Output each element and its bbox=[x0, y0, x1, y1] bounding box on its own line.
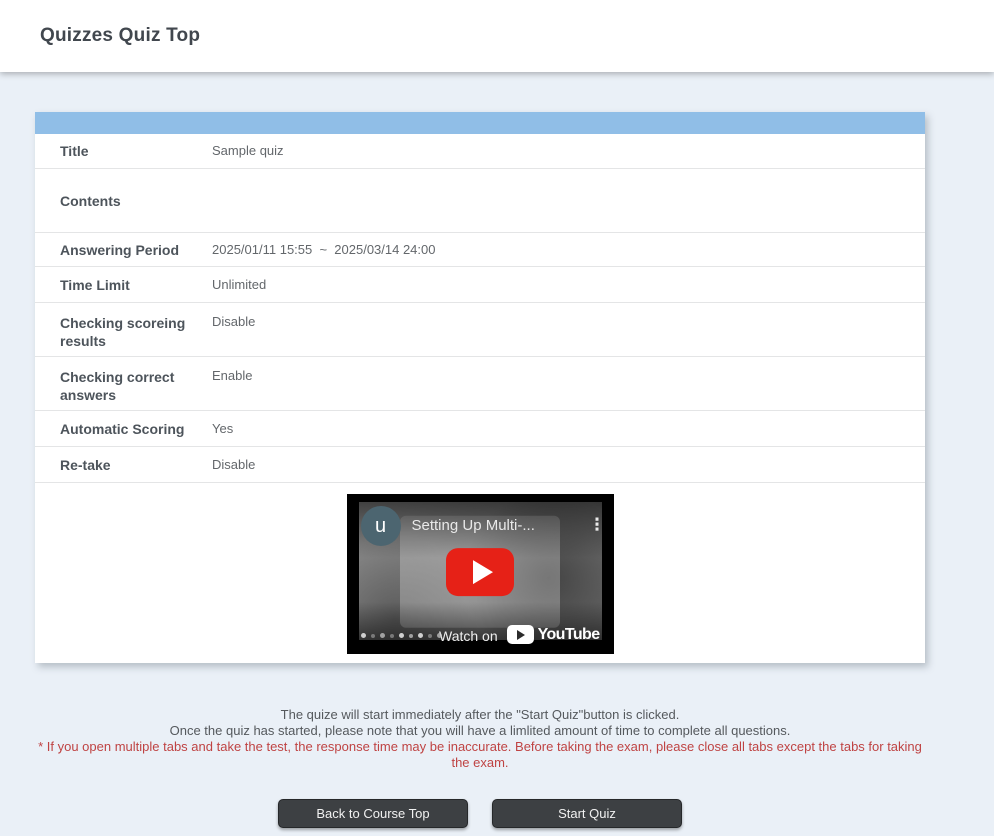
video-title-link[interactable]: Setting Up Multi-... bbox=[412, 517, 578, 534]
table-header-bar bbox=[35, 112, 925, 134]
note-line-2: Once the quiz has started, please note t… bbox=[35, 723, 925, 739]
row-value-title: Sample quiz bbox=[212, 143, 925, 159]
watch-on-youtube-link[interactable]: Watch on YouTube bbox=[347, 602, 614, 654]
video-section: Watch on YouTube u Setting Up Multi-... … bbox=[35, 483, 925, 663]
row-value-answering-period: 2025/01/11 15:55 ~ 2025/03/14 24:00 bbox=[212, 242, 925, 258]
quiz-notes: The quize will start immediately after t… bbox=[35, 707, 925, 771]
youtube-play-glyph-icon bbox=[507, 625, 534, 644]
back-to-course-top-button[interactable]: Back to Course Top bbox=[278, 799, 468, 828]
table-row: Checking correct answers Enable bbox=[35, 357, 925, 411]
row-value-automatic-scoring: Yes bbox=[212, 421, 925, 437]
row-label-retake: Re-take bbox=[35, 456, 212, 474]
note-line-1: The quize will start immediately after t… bbox=[35, 707, 925, 723]
row-label-checking-correct-answers: Checking correct answers bbox=[35, 368, 212, 404]
page-header: Quizzes Quiz Top bbox=[0, 0, 994, 72]
table-row: Re-take Disable bbox=[35, 447, 925, 483]
row-label-answering-period: Answering Period bbox=[35, 241, 212, 259]
row-label-automatic-scoring: Automatic Scoring bbox=[35, 420, 212, 438]
row-label-time-limit: Time Limit bbox=[35, 276, 212, 294]
kebab-menu-icon[interactable]: ⋮ bbox=[589, 516, 606, 533]
row-value-retake: Disable bbox=[212, 457, 925, 473]
row-label-checking-scoring-results: Checking scoreing results bbox=[35, 314, 212, 350]
quiz-info-card: Title Sample quiz Contents Answering Per… bbox=[35, 112, 925, 663]
start-quiz-button[interactable]: Start Quiz bbox=[492, 799, 682, 828]
channel-avatar[interactable]: u bbox=[361, 506, 401, 546]
table-row: Title Sample quiz bbox=[35, 134, 925, 169]
youtube-embed[interactable]: Watch on YouTube u Setting Up Multi-... … bbox=[347, 494, 614, 654]
row-value-time-limit: Unlimited bbox=[212, 277, 925, 293]
table-row: Answering Period 2025/01/11 15:55 ~ 2025… bbox=[35, 233, 925, 267]
row-label-contents: Contents bbox=[35, 192, 212, 210]
row-value-checking-correct-answers: Enable bbox=[212, 368, 925, 384]
table-row: Contents bbox=[35, 169, 925, 233]
table-row: Time Limit Unlimited bbox=[35, 267, 925, 303]
multiple-tabs-warning: * If you open multiple tabs and take the… bbox=[35, 739, 925, 771]
row-value-checking-scoring-results: Disable bbox=[212, 314, 925, 330]
page-title: Quizzes Quiz Top bbox=[40, 25, 200, 47]
table-row: Checking scoreing results Disable bbox=[35, 303, 925, 357]
action-buttons: Back to Course Top Start Quiz bbox=[35, 799, 925, 828]
watch-on-label: Watch on bbox=[439, 628, 498, 644]
youtube-logo-icon: YouTube bbox=[507, 625, 600, 644]
channel-initial: u bbox=[375, 515, 386, 538]
play-button[interactable] bbox=[446, 548, 514, 596]
row-label-title: Title bbox=[35, 142, 212, 160]
thumbnail-dots bbox=[361, 633, 442, 638]
youtube-wordmark: YouTube bbox=[538, 626, 600, 644]
table-row: Automatic Scoring Yes bbox=[35, 411, 925, 447]
